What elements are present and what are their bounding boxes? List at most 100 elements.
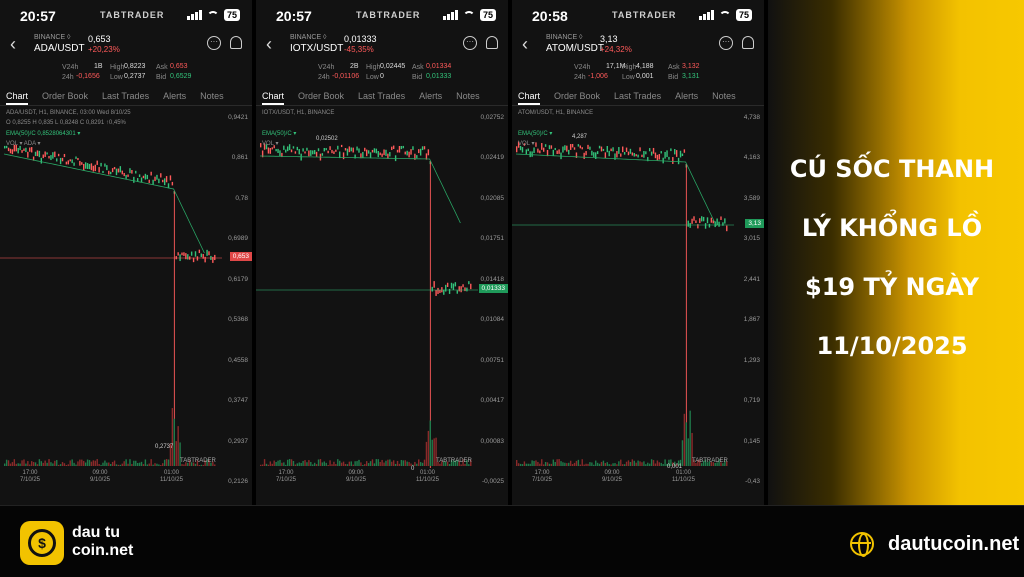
tab-notes[interactable]: Notes	[456, 88, 480, 105]
y-tick-label: 0,2937	[228, 437, 248, 445]
candle	[152, 179, 154, 185]
tab-bar: Chart Order Book Last Trades Alerts Notes	[512, 88, 764, 106]
back-chevron-icon[interactable]: ‹	[522, 34, 528, 55]
min-price-label: 0,001	[667, 464, 683, 470]
candle	[571, 143, 574, 148]
pair-name[interactable]: IOTX/USDT	[290, 43, 343, 54]
candle	[269, 148, 272, 154]
candle	[169, 175, 172, 181]
volume-bar	[269, 461, 272, 466]
tab-chart[interactable]: Chart	[6, 88, 29, 105]
candle	[675, 150, 678, 157]
candle	[175, 256, 177, 260]
y-tick-label: 0,00751	[480, 356, 505, 364]
tab-alerts[interactable]: Alerts	[419, 88, 442, 105]
candle	[419, 148, 422, 156]
tab-last-trades[interactable]: Last Trades	[102, 88, 149, 105]
candle	[54, 151, 56, 158]
tab-last-trades[interactable]: Last Trades	[614, 88, 661, 105]
price-chart[interactable]: IOTX/USDT, H1, BINANCE EMA(50)/C ▾ VOL ▾…	[256, 106, 508, 488]
volume-bar	[635, 462, 637, 466]
site-url[interactable]: dautucoin.net	[888, 533, 1019, 556]
candle	[398, 145, 401, 153]
vol-info: VOL ▾	[518, 141, 535, 147]
candle	[627, 151, 630, 156]
volume-bar	[516, 459, 518, 466]
tab-last-trades[interactable]: Last Trades	[358, 88, 405, 105]
tab-alerts[interactable]: Alerts	[675, 88, 698, 105]
candle	[602, 148, 605, 151]
pair-name[interactable]: ATOM/USDT	[546, 43, 604, 54]
candle	[288, 144, 291, 151]
volume-bar	[383, 462, 385, 466]
volume-bar	[57, 464, 60, 466]
tab-notes[interactable]: Notes	[200, 88, 224, 105]
volume-bar	[5, 459, 8, 466]
battery-icon: 75	[223, 9, 240, 21]
back-chevron-icon[interactable]: ‹	[266, 34, 272, 55]
candle	[464, 287, 466, 292]
volume-bar	[198, 464, 201, 466]
bell-icon[interactable]	[486, 36, 498, 49]
back-chevron-icon[interactable]: ‹	[10, 34, 16, 55]
candle	[206, 249, 208, 256]
candle	[290, 149, 293, 153]
more-icon[interactable]: ···	[719, 36, 733, 50]
tab-alerts[interactable]: Alerts	[163, 88, 186, 105]
volume-bar	[439, 463, 441, 466]
candle	[115, 168, 118, 176]
candle	[392, 145, 395, 150]
price-change: +20,23%	[88, 45, 120, 54]
candle	[606, 145, 608, 153]
volume-bar	[614, 463, 616, 466]
volume-bar	[652, 460, 655, 466]
candle	[542, 147, 545, 152]
volume-bar	[541, 459, 543, 466]
candle	[315, 151, 318, 157]
volume-bar	[533, 460, 535, 466]
volume-bar	[660, 462, 662, 466]
tab-order-book[interactable]: Order Book	[42, 88, 88, 105]
volume-bar	[50, 462, 52, 466]
bell-icon[interactable]	[742, 36, 754, 49]
high-value: 0,8223	[124, 63, 146, 70]
price-chart[interactable]: ADA/USDT, H1, BINANCE, 03:00 Wed 8/10/25…	[0, 106, 252, 488]
volume-bar	[631, 459, 634, 466]
pair-name[interactable]: ADA/USDT	[34, 43, 85, 54]
clock: 20:57	[276, 8, 312, 24]
volume-bar	[423, 459, 426, 466]
candle	[44, 151, 46, 157]
volume-bar	[468, 464, 470, 466]
price-chart[interactable]: ATOM/USDT, H1, BINANCE EMA(50)/C ▾ VOL ▾…	[512, 106, 764, 488]
candle	[42, 154, 44, 159]
volume-bar	[681, 440, 684, 466]
volume-bar	[61, 462, 64, 466]
candle	[433, 281, 435, 288]
tab-notes[interactable]: Notes	[712, 88, 736, 105]
low-value: 0,001	[636, 73, 654, 80]
volume-bar	[300, 462, 302, 466]
tab-order-book[interactable]: Order Book	[298, 88, 344, 105]
y-tick-label: 0,02419	[480, 154, 505, 162]
candle	[591, 150, 593, 156]
bell-icon[interactable]	[230, 36, 242, 49]
more-icon[interactable]: ···	[207, 36, 221, 50]
volume-bar	[639, 461, 641, 466]
y-tick-label: 0,5368	[228, 316, 248, 324]
tab-chart[interactable]: Chart	[518, 88, 541, 105]
volume-bar	[104, 460, 106, 466]
more-icon[interactable]: ···	[463, 36, 477, 50]
candle	[100, 162, 102, 167]
high-label: High	[366, 64, 381, 71]
tab-order-book[interactable]: Order Book	[554, 88, 600, 105]
volume-bar	[121, 463, 123, 466]
candle	[177, 252, 179, 256]
candle	[30, 147, 33, 153]
volume-bar	[346, 464, 349, 466]
volume-bar	[371, 459, 374, 466]
d24h-label: 24h	[574, 74, 586, 81]
volume-bar	[569, 460, 572, 466]
tab-chart[interactable]: Chart	[262, 88, 285, 105]
v24h-value: 2B	[350, 63, 359, 70]
volume-bar	[527, 463, 529, 466]
